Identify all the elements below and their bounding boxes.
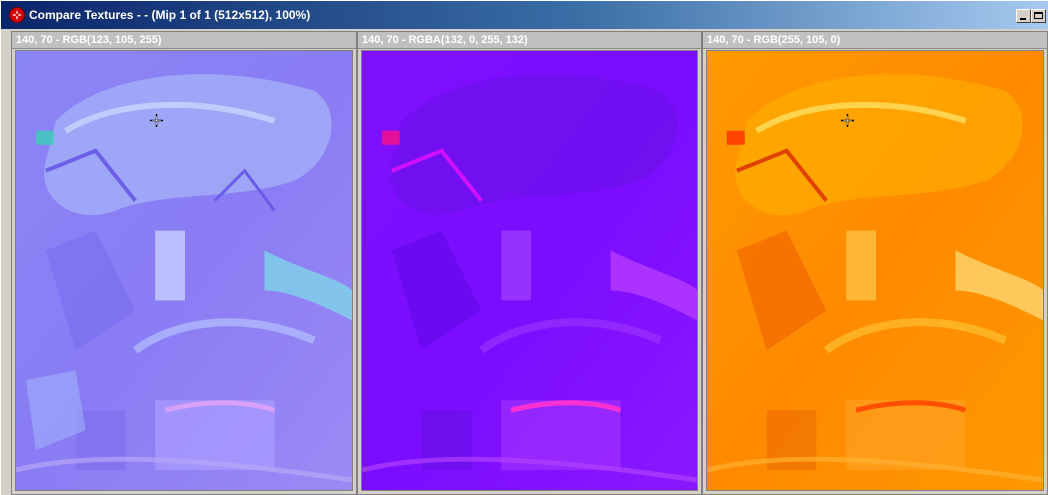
pixel-readout-1: 140, 70 - RGB(123, 105, 255) [12,32,356,49]
texture-panel-1: 140, 70 - RGB(123, 105, 255) [11,31,357,495]
texture-image-1 [16,51,352,490]
texture-panel-2: 140, 70 - RGBA(132, 0, 255, 132) [357,31,702,495]
window-title: Compare Textures - - (Mip 1 of 1 (512x51… [29,8,311,22]
pixel-readout-3: 140, 70 - RGB(255, 105, 0) [703,32,1047,49]
texture-view-3[interactable] [706,50,1044,491]
texture-image-2 [362,51,697,490]
texture-view-2[interactable] [361,50,698,491]
maximize-button[interactable] [1031,9,1046,23]
texture-image-3 [707,51,1043,490]
texture-panel-3: 140, 70 - RGB(255, 105, 0) [702,31,1048,495]
title-bar[interactable]: Compare Textures - - (Mip 1 of 1 (512x51… [1,1,1048,29]
crosshair-cursor-icon [150,114,163,127]
minimize-icon [1020,18,1026,20]
texture-view-1[interactable] [15,50,353,491]
crosshair-cursor-icon [841,114,854,127]
pixel-readout-2: 140, 70 - RGBA(132, 0, 255, 132) [358,32,701,49]
minimize-button[interactable] [1016,9,1031,23]
app-logo-icon[interactable] [9,7,25,23]
maximize-icon [1034,12,1043,19]
compare-textures-window: Compare Textures - - (Mip 1 of 1 (512x51… [0,0,1048,495]
